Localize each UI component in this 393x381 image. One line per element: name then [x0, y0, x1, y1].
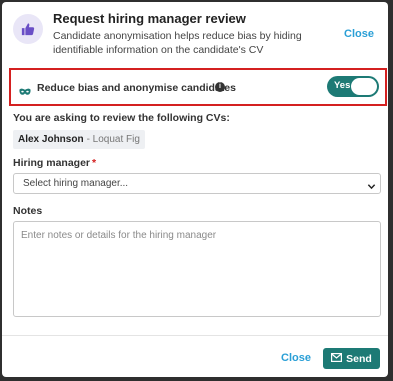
toggle-knob — [351, 78, 377, 95]
close-link-bottom[interactable]: Close — [281, 352, 311, 364]
required-asterisk: * — [92, 157, 97, 169]
send-button[interactable]: Send — [323, 348, 380, 369]
hiring-manager-label-text: Hiring manager — [13, 157, 91, 169]
anonymise-label: Reduce bias and anonymise candidates — [37, 82, 236, 94]
notes-placeholder: Enter notes or details for the hiring ma… — [21, 230, 217, 241]
envelope-icon — [331, 352, 343, 365]
cv-candidate-name: Alex Johnson — [18, 134, 84, 145]
notes-label: Notes — [13, 205, 43, 217]
review-request-modal: Request hiring manager review Candidate … — [2, 2, 388, 377]
modal-title: Request hiring manager review — [53, 11, 246, 26]
close-link-top[interactable]: Close — [344, 28, 374, 40]
toggle-yes-label: Yes — [334, 80, 351, 91]
notes-textarea[interactable]: Enter notes or details for the hiring ma… — [13, 221, 381, 317]
info-icon[interactable]: i — [215, 82, 225, 92]
anonymise-toggle-row: Reduce bias and anonymise candidates i Y… — [9, 68, 387, 106]
thumbs-up-icon — [13, 14, 43, 44]
modal-subtitle: Candidate anonymisation helps reduce bia… — [53, 30, 302, 56]
anonymise-toggle[interactable]: Yes — [327, 76, 379, 97]
modal-header: Request hiring manager review Candidate … — [2, 2, 388, 64]
review-intro: You are asking to review the following C… — [13, 112, 230, 124]
cv-chip: Alex Johnson - Loquat Fig — [13, 130, 145, 149]
chevron-down-icon — [367, 179, 376, 198]
hiring-manager-select-value: Select hiring manager... — [23, 178, 129, 189]
cv-candidate-company: - Loquat Fig — [86, 134, 140, 145]
mask-icon — [19, 83, 31, 101]
hiring-manager-select[interactable]: Select hiring manager... — [13, 173, 381, 194]
hiring-manager-label: Hiring manager * — [13, 157, 96, 169]
footer-divider — [2, 335, 388, 336]
send-label: Send — [346, 352, 372, 365]
